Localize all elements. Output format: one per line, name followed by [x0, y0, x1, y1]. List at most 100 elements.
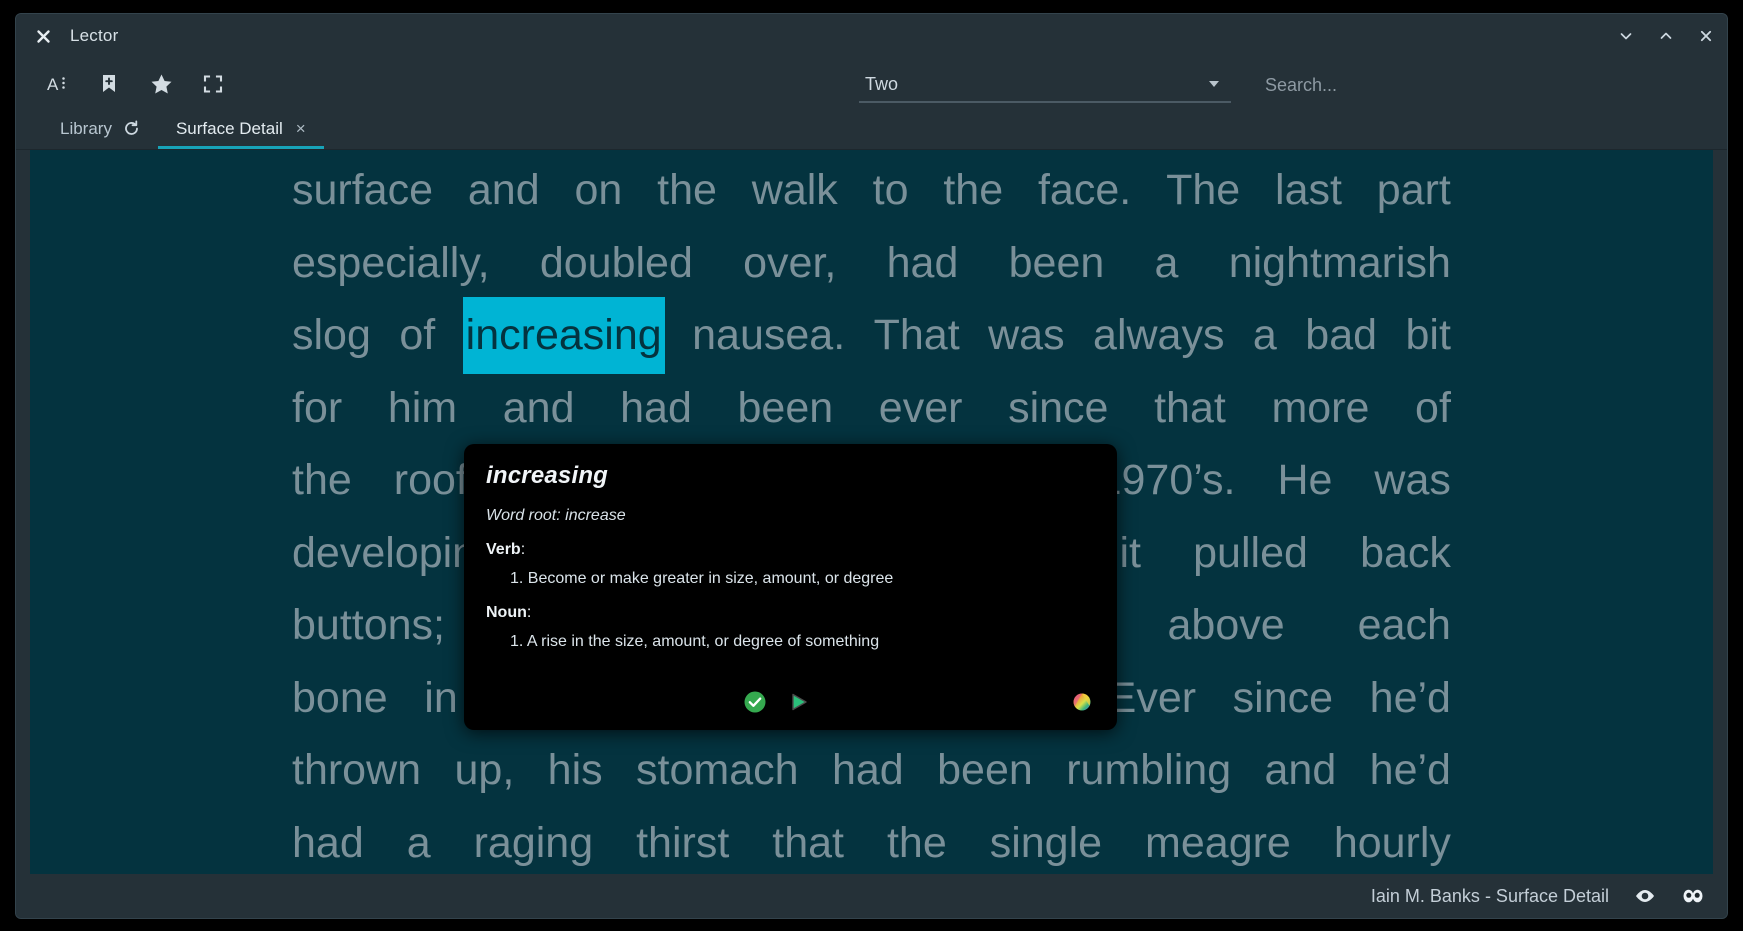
book-word[interactable]: thirst — [636, 807, 729, 875]
book-word[interactable]: of — [399, 299, 435, 372]
book-word[interactable]: since — [1233, 662, 1333, 735]
book-word[interactable]: the — [887, 807, 947, 875]
book-word[interactable]: raging — [474, 807, 594, 875]
book-word[interactable]: been — [937, 734, 1033, 807]
highlighted-word[interactable]: increasing — [462, 296, 665, 374]
definition-noun-1: 1. A rise in the size, amount, or degree… — [510, 633, 880, 650]
reader-surface[interactable]: surface and on the walk to the face. The last part… — [30, 150, 1713, 874]
annotations-button[interactable] — [1681, 885, 1705, 907]
tab-surface-detail[interactable]: Surface Detail × — [157, 111, 324, 149]
book-word[interactable]: him — [388, 372, 457, 445]
book-word[interactable]: The — [1166, 154, 1240, 227]
book-word[interactable]: pulled — [1193, 517, 1308, 590]
book-word[interactable]: since — [1008, 372, 1108, 445]
fullscreen-button[interactable] — [198, 69, 228, 99]
book-word[interactable]: and — [468, 154, 540, 227]
book-word[interactable]: 1970’s. — [1098, 444, 1236, 517]
book-word[interactable]: part — [1377, 154, 1451, 227]
dictionary-word-root: Word root: increase — [486, 507, 626, 524]
refresh-icon[interactable] — [123, 120, 140, 137]
book-word[interactable]: bit — [1406, 299, 1451, 372]
book-word[interactable]: the — [657, 154, 717, 227]
book-word[interactable]: a — [1253, 299, 1277, 372]
book-word[interactable]: for — [292, 372, 342, 445]
tab-library[interactable]: Library — [42, 111, 158, 149]
distraction-free-button[interactable] — [1633, 885, 1657, 907]
book-word[interactable]: always — [1093, 299, 1224, 372]
bookmark-plus-icon — [99, 73, 119, 95]
book-word[interactable]: bad — [1305, 299, 1377, 372]
book-word[interactable]: over, — [743, 227, 836, 300]
book-word[interactable]: been — [1009, 227, 1105, 300]
book-word[interactable]: and — [503, 372, 575, 445]
book-word[interactable]: nightmarish — [1229, 227, 1451, 300]
book-word[interactable]: stomach — [636, 734, 799, 807]
book-word[interactable]: single — [990, 807, 1102, 875]
book-word[interactable]: it — [1119, 517, 1141, 590]
book-word[interactable]: roof — [394, 444, 468, 517]
book-word[interactable]: of — [1415, 372, 1451, 445]
search-input[interactable] — [1265, 74, 1653, 96]
book-word[interactable]: up, — [454, 734, 514, 807]
dictionary-popup[interactable]: increasing Word root: increase Verb: 1. … — [464, 444, 1117, 730]
book-word[interactable]: meagre — [1145, 807, 1291, 875]
book-word[interactable]: that — [772, 807, 844, 875]
book-word[interactable]: surface — [292, 154, 433, 227]
book-word[interactable]: more — [1271, 372, 1369, 445]
pronounce-button[interactable] — [786, 689, 812, 715]
favorite-button[interactable] — [146, 69, 176, 99]
font-size-button[interactable]: A — [42, 69, 72, 99]
book-word[interactable]: he’d — [1370, 662, 1451, 735]
chapter-select[interactable]: Two — [859, 67, 1231, 103]
part-of-speech-label: Verb: — [486, 541, 1095, 559]
book-word[interactable]: that — [1154, 372, 1226, 445]
book-word[interactable]: slog — [292, 299, 371, 372]
book-word[interactable]: walk — [752, 154, 838, 227]
book-word[interactable]: on — [574, 154, 622, 227]
minimize-button[interactable] — [1617, 27, 1635, 45]
book-word[interactable]: thrown — [292, 734, 421, 807]
book-word[interactable]: rumbling — [1066, 734, 1231, 807]
book-word[interactable]: back — [1360, 517, 1451, 590]
book-word[interactable]: buttons; — [292, 589, 445, 662]
book-word[interactable]: a — [407, 807, 431, 875]
book-word[interactable]: was — [1374, 444, 1450, 517]
close-button[interactable] — [1697, 27, 1715, 45]
confirm-button[interactable] — [742, 689, 768, 715]
status-book-title: Iain M. Banks - Surface Detail — [1370, 885, 1609, 906]
book-word[interactable]: doubled — [540, 227, 693, 300]
book-word[interactable]: had — [887, 227, 959, 300]
book-word[interactable]: nausea. — [692, 299, 845, 372]
tab-close-button[interactable]: × — [296, 120, 306, 137]
book-word[interactable]: been — [737, 372, 833, 445]
maximize-button[interactable] — [1657, 27, 1675, 45]
bookmark-add-button[interactable] — [94, 69, 124, 99]
book-word[interactable]: hourly — [1334, 807, 1451, 875]
book-word[interactable]: to — [873, 154, 909, 227]
book-word[interactable]: a — [1155, 227, 1179, 300]
book-word[interactable]: in — [424, 662, 457, 735]
book-word[interactable]: bone — [292, 662, 388, 735]
book-word[interactable]: He — [1277, 444, 1332, 517]
highlight-color-button[interactable] — [1069, 689, 1095, 715]
book-word[interactable]: above — [1167, 589, 1284, 662]
book-word[interactable]: had — [832, 734, 904, 807]
book-word[interactable]: and — [1265, 734, 1337, 807]
book-word[interactable]: ever — [879, 372, 963, 445]
book-word[interactable]: had — [620, 372, 692, 445]
book-word[interactable]: each — [1358, 589, 1451, 662]
book-word[interactable]: he’d — [1370, 734, 1451, 807]
book-word[interactable]: had — [292, 807, 364, 875]
book-word[interactable]: Ever — [1108, 662, 1196, 735]
window-close-left-button[interactable] — [32, 25, 54, 47]
book-word[interactable]: the — [943, 154, 1003, 227]
book-word[interactable]: especially, — [292, 227, 490, 300]
dictionary-actions-left — [742, 689, 812, 715]
book-word[interactable]: That — [874, 299, 960, 372]
book-word[interactable]: the — [292, 444, 352, 517]
book-word[interactable]: his — [548, 734, 603, 807]
book-word[interactable]: last — [1275, 154, 1342, 227]
book-word[interactable]: was — [988, 299, 1064, 372]
book-word[interactable]: face. — [1038, 154, 1131, 227]
search-field[interactable] — [1253, 67, 1653, 103]
